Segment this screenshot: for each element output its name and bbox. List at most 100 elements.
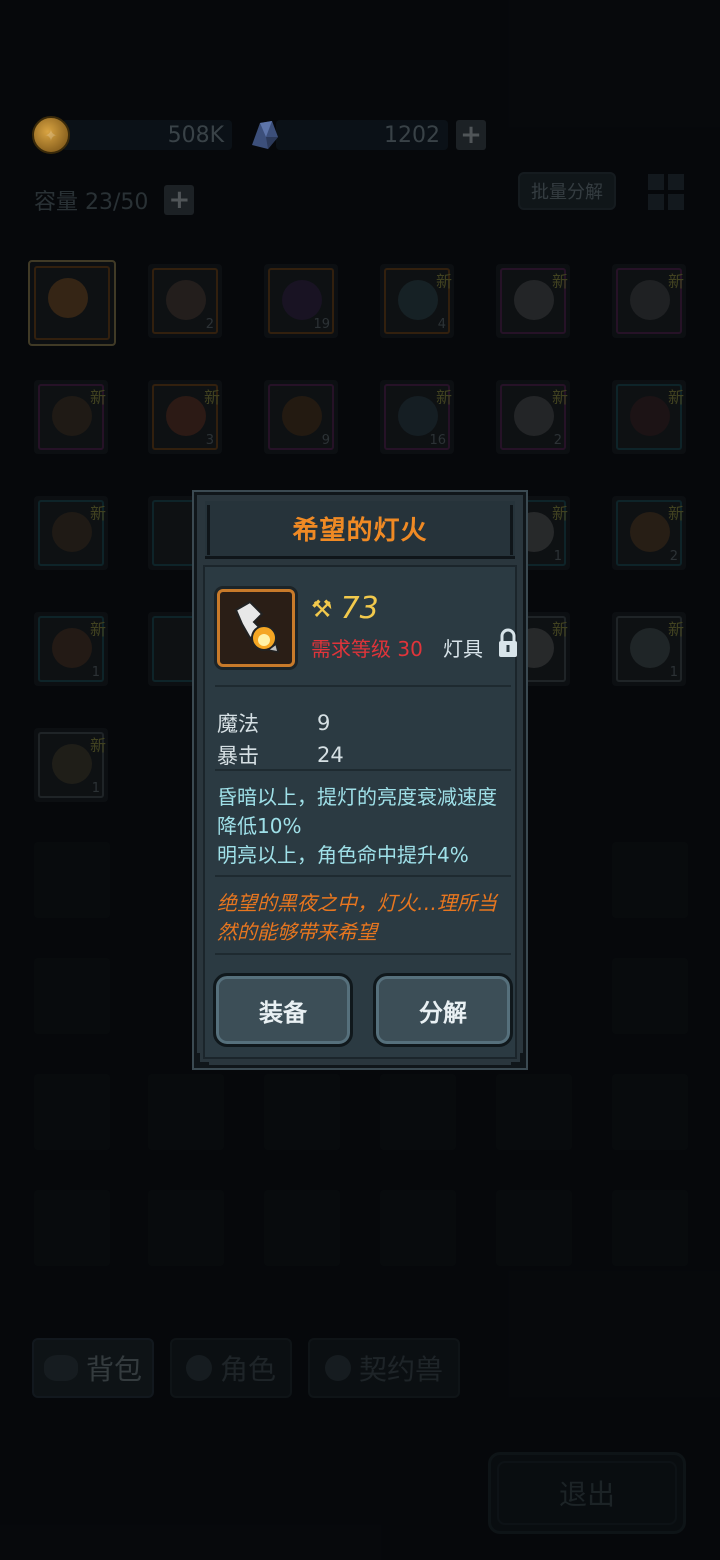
stat-name: 暴击 <box>217 744 259 768</box>
stat-row: 暴击 24 <box>217 739 344 771</box>
exit-label: 退出 <box>558 1478 615 1511</box>
empty-slot[interactable] <box>612 842 688 918</box>
lamp-fire-icon <box>48 278 88 318</box>
item-title: 希望的灯火 <box>292 516 428 546</box>
gem-amount: 1202 <box>276 120 448 150</box>
bone-icon <box>514 396 554 436</box>
gauntlet-icon <box>52 396 92 436</box>
tab-pet-label: 契约兽 <box>358 1353 443 1386</box>
empty-slot[interactable] <box>380 1074 456 1150</box>
axe-icon <box>630 280 670 320</box>
power-icon: ⚒ <box>311 594 333 623</box>
coin-amount: 508K <box>62 120 232 150</box>
empty-slot[interactable] <box>380 1190 456 1266</box>
power-value: 73 <box>340 591 379 626</box>
divider <box>215 875 511 877</box>
lock-icon[interactable] <box>497 627 519 659</box>
empty-slot[interactable] <box>34 1190 110 1266</box>
potion-icon <box>282 396 322 436</box>
item-type: 灯具 <box>443 637 483 661</box>
spiked-weapon-icon <box>514 280 554 320</box>
decompose-button[interactable]: 分解 <box>373 973 513 1047</box>
bell-collar-icon <box>52 744 92 784</box>
dialog-header: 希望的灯火 <box>205 501 515 559</box>
rune-stone-icon <box>282 280 322 320</box>
ring-icon <box>630 628 670 668</box>
inventory-slot[interactable]: 新 16 <box>380 380 454 454</box>
wreath-icon <box>52 628 92 668</box>
inventory-slot[interactable]: 新 <box>612 264 686 338</box>
level-requirement: 需求等级 30 <box>311 637 423 661</box>
exit-button[interactable]: 退出 <box>488 1452 686 1534</box>
add-gems-button[interactable]: + <box>456 120 486 150</box>
armor-icon <box>630 396 670 436</box>
stats-list: 魔法 9 暴击 24 <box>217 707 344 771</box>
character-head-icon <box>185 1355 212 1381</box>
inventory-slot[interactable]: 2 <box>148 264 222 338</box>
item-icon <box>217 589 295 667</box>
effect-line: 明亮以上，角色命中提升4% <box>217 843 469 867</box>
inventory-slot[interactable]: 新 1 <box>34 612 108 686</box>
tab-backpack-label: 背包 <box>85 1353 142 1386</box>
empty-slot[interactable] <box>34 958 110 1034</box>
empty-slot[interactable] <box>496 1190 572 1266</box>
tab-backpack[interactable]: 背包 <box>32 1338 154 1398</box>
inventory-slot[interactable]: 新 <box>34 380 108 454</box>
inventory-slot[interactable]: 新 2 <box>612 496 686 570</box>
bell-collar-icon <box>630 512 670 552</box>
dialog-body: ⚒ 73 需求等级 30 灯具 魔法 9 暴击 24 昏暗以上，提灯的亮度衰减速… <box>203 565 517 1059</box>
gem-resource: 1202 + <box>244 118 486 152</box>
grid-view-icon[interactable] <box>646 172 686 212</box>
batch-decompose-button[interactable]: 批量分解 <box>518 172 616 210</box>
crystal-icon <box>252 121 278 149</box>
item-detail-dialog: 希望的灯火 ⚒ 73 需求等级 30 灯具 魔法 9 暴击 24 昏暗以上，提灯… <box>194 492 526 1068</box>
empty-slot[interactable] <box>148 1074 224 1150</box>
empty-slot[interactable] <box>496 1074 572 1150</box>
empty-slot[interactable] <box>612 958 688 1034</box>
gauntlet-icon <box>52 512 92 552</box>
coin-resource: ✦ 508K <box>32 116 232 154</box>
capacity-label: 容量 23/50 <box>34 190 149 215</box>
inventory-slot[interactable]: 新 4 <box>380 264 454 338</box>
cloth-icon <box>398 396 438 436</box>
divider <box>215 769 511 771</box>
empty-slot[interactable] <box>34 842 110 918</box>
stat-row: 魔法 9 <box>217 707 344 739</box>
inventory-slot[interactable]: 新 3 <box>148 380 222 454</box>
divider <box>215 685 511 687</box>
inventory-slot[interactable]: 新 <box>34 496 108 570</box>
inventory-slot[interactable] <box>28 260 116 346</box>
effect-line: 昏暗以上，提灯的亮度衰减速度降低10% <box>217 785 497 838</box>
inventory-slot[interactable]: 新 <box>612 380 686 454</box>
empty-slot[interactable] <box>612 1190 688 1266</box>
inventory-slot[interactable]: 19 <box>264 264 338 338</box>
capacity-display: 容量 23/50 + <box>34 184 195 216</box>
divider <box>215 953 511 955</box>
stat-value: 24 <box>317 743 344 767</box>
inventory-slot[interactable]: 新 2 <box>496 380 570 454</box>
empty-slot[interactable] <box>34 1074 110 1150</box>
effects-text: 昏暗以上，提灯的亮度衰减速度降低10% 明亮以上，角色命中提升4% <box>217 783 513 870</box>
tab-character-label: 角色 <box>219 1353 276 1386</box>
empty-slot[interactable] <box>148 1190 224 1266</box>
empty-slot[interactable] <box>264 1074 340 1150</box>
tab-character[interactable]: 角色 <box>170 1338 292 1398</box>
egg-icon <box>398 280 438 320</box>
paw-icon <box>324 1355 351 1381</box>
empty-slot[interactable] <box>612 1074 688 1150</box>
power-rating: ⚒ 73 <box>311 591 379 626</box>
empty-slot[interactable] <box>264 1190 340 1266</box>
lore-text: 绝望的黑夜之中，灯火…理所当然的能够带来希望 <box>217 891 497 944</box>
lamp-fire-icon <box>234 600 280 653</box>
expand-capacity-button[interactable]: + <box>164 185 195 215</box>
inventory-slot[interactable]: 新 1 <box>34 728 108 802</box>
stat-name: 魔法 <box>217 712 259 736</box>
inventory-slot[interactable]: 9 <box>264 380 338 454</box>
inventory-slot[interactable]: 新 1 <box>612 612 686 686</box>
equip-button[interactable]: 装备 <box>213 973 353 1047</box>
mushroom-icon <box>166 280 206 320</box>
inventory-slot[interactable]: 新 <box>496 264 570 338</box>
bag-icon <box>43 1355 78 1381</box>
coin-icon: ✦ <box>32 116 70 154</box>
tab-pet[interactable]: 契约兽 <box>308 1338 460 1398</box>
